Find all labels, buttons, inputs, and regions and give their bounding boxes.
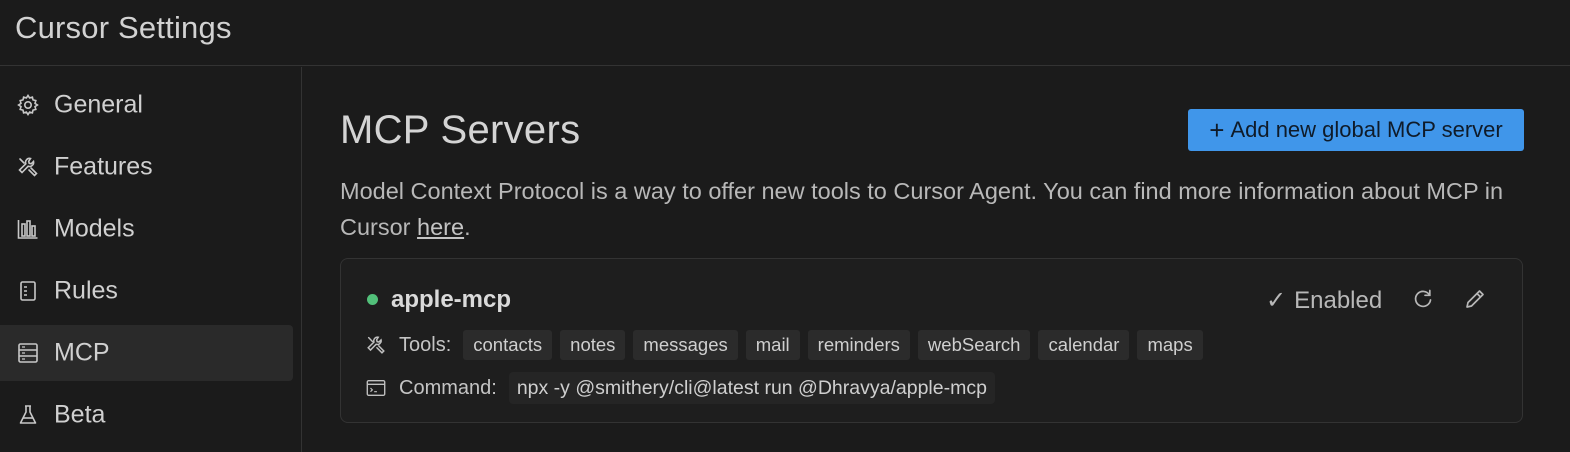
sidebar-item-label: MCP: [54, 338, 110, 367]
sidebar-item-label: Features: [54, 152, 153, 181]
tool-chip: notes: [560, 330, 626, 360]
tool-chip: reminders: [807, 330, 910, 360]
document-icon: [15, 278, 41, 304]
tools-icon: [365, 334, 387, 356]
title-bar: Cursor Settings: [0, 0, 1570, 66]
sidebar: General Features Models Rules MCP Beta: [0, 67, 302, 452]
add-button-label: Add new global MCP server: [1230, 117, 1503, 142]
sidebar-item-general[interactable]: General: [0, 77, 293, 133]
sidebar-item-features[interactable]: Features: [0, 139, 293, 195]
mcp-server-card: apple-mcp ✓ Enabled Tools: contacts note…: [340, 258, 1523, 423]
settings-window: Cursor Settings General Features Models …: [0, 0, 1570, 452]
tool-chip: maps: [1137, 330, 1203, 360]
sidebar-item-label: General: [54, 90, 143, 119]
tool-chip: calendar: [1038, 330, 1130, 360]
description-end: .: [464, 214, 471, 240]
tool-chip: messages: [633, 330, 738, 360]
description-text: Model Context Protocol is a way to offer…: [340, 178, 1504, 240]
command-row: Command: npx -y @smithery/cli@latest run…: [365, 372, 995, 404]
tool-chip: webSearch: [917, 330, 1031, 360]
flask-icon: [15, 402, 41, 428]
mcp-description: Model Context Protocol is a way to offer…: [340, 173, 1530, 245]
main-panel: MCP Servers + Add new global MCP server …: [303, 67, 1570, 452]
check-icon: ✓: [1266, 287, 1287, 314]
sidebar-item-label: Rules: [54, 276, 118, 305]
command-value: npx -y @smithery/cli@latest run @Dhravya…: [508, 372, 995, 404]
gear-icon: [15, 92, 41, 118]
plus-icon: +: [1209, 115, 1225, 145]
server-name: apple-mcp: [391, 286, 512, 313]
window-title: Cursor Settings: [15, 10, 232, 45]
tool-chip: contacts: [463, 330, 553, 360]
tool-chip: mail: [745, 330, 800, 360]
sidebar-item-mcp[interactable]: MCP: [0, 325, 293, 381]
status-indicator: [367, 294, 378, 305]
tools-icon: [15, 154, 41, 180]
sidebar-item-label: Models: [54, 214, 135, 243]
command-label: Command:: [399, 376, 497, 399]
sidebar-item-rules[interactable]: Rules: [0, 263, 293, 319]
enabled-label: Enabled: [1294, 286, 1383, 314]
terminal-icon: [365, 377, 387, 399]
edit-icon[interactable]: [1463, 287, 1487, 311]
server-icon: [15, 340, 41, 366]
more-info-link[interactable]: here: [417, 214, 464, 240]
enabled-toggle[interactable]: ✓ Enabled: [1266, 286, 1382, 315]
sidebar-item-beta[interactable]: Beta: [0, 387, 293, 443]
tools-label: Tools:: [399, 333, 452, 356]
refresh-icon[interactable]: [1411, 287, 1435, 311]
bar-chart-icon: [15, 216, 41, 242]
sidebar-item-label: Beta: [54, 400, 106, 429]
add-global-mcp-server-button[interactable]: + Add new global MCP server: [1188, 109, 1524, 151]
sidebar-item-models[interactable]: Models: [0, 201, 293, 257]
tools-row: Tools: contacts notes messages mail remi…: [365, 329, 1211, 361]
page-title: MCP Servers: [340, 108, 581, 152]
